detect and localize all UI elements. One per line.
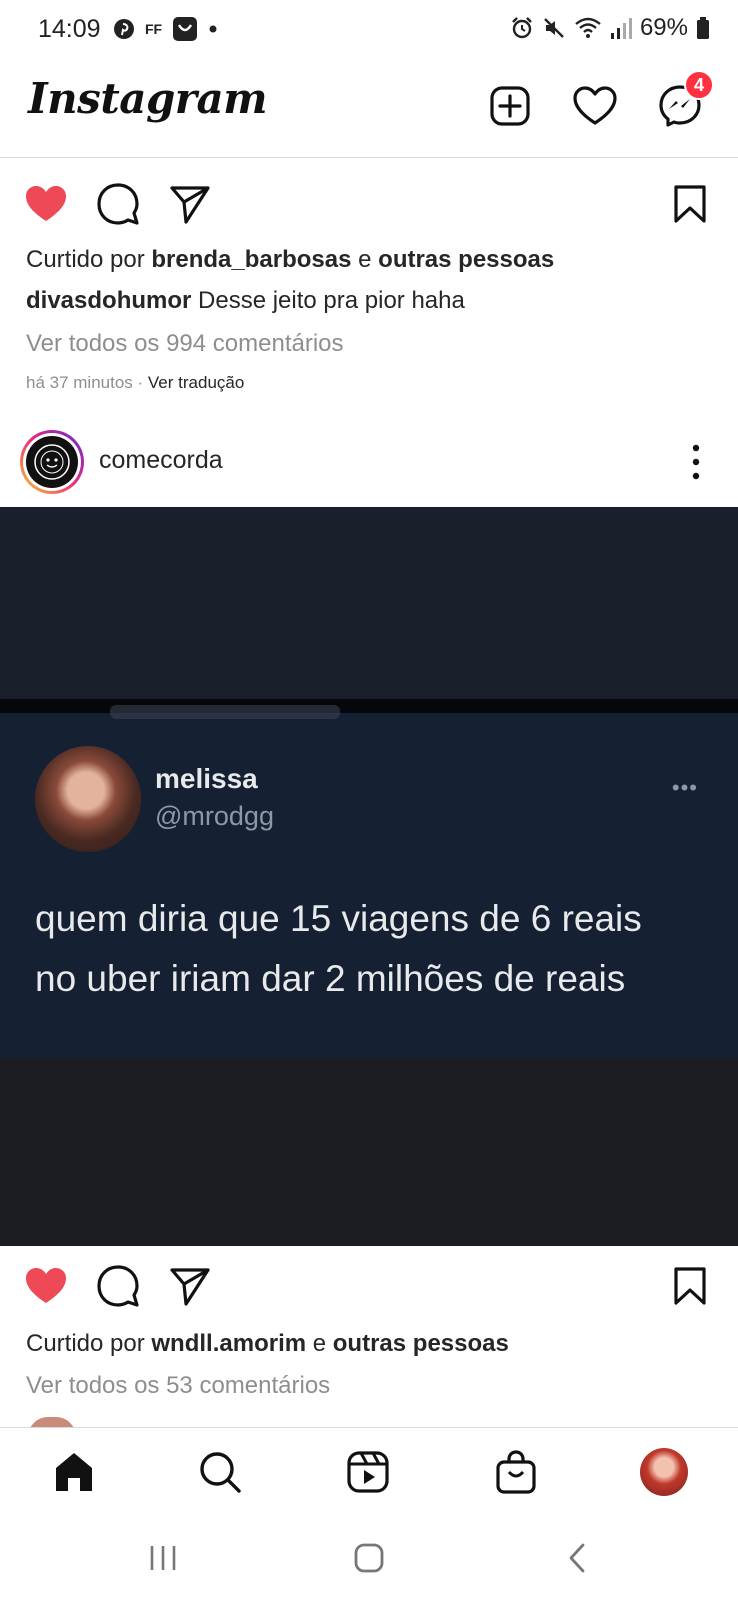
- signal-icon: [610, 18, 632, 39]
- heart-filled-icon: [26, 186, 66, 221]
- liked-others-link[interactable]: outras pessoas: [333, 1330, 509, 1357]
- app-header: Instagram 4: [0, 58, 738, 158]
- post1-caption: divasdohumor Desse jeito pra pior haha: [26, 287, 465, 314]
- battery-level: 69%: [639, 14, 688, 41]
- notification-icons: FF: [113, 16, 218, 42]
- nav-profile[interactable]: [636, 1444, 692, 1500]
- comment-button[interactable]: [96, 182, 140, 226]
- reels-icon: [347, 1451, 389, 1493]
- share-button[interactable]: [168, 1264, 212, 1308]
- new-post-icon: [490, 86, 530, 126]
- translate-link[interactable]: Ver tradução: [148, 373, 244, 392]
- comment-icon: [97, 183, 139, 225]
- recents-button[interactable]: [138, 1533, 188, 1583]
- like-button[interactable]: [24, 182, 68, 226]
- bookmark-icon: [674, 185, 706, 223]
- pinterest-icon: [114, 19, 134, 39]
- recents-icon: [150, 1546, 176, 1570]
- post1-likes: Curtido por brenda_barbosas e outras pes…: [26, 246, 555, 273]
- mute-icon: [544, 18, 564, 38]
- save-button[interactable]: [668, 1264, 712, 1308]
- search-icon: [200, 1452, 241, 1493]
- nav-reels[interactable]: [340, 1444, 396, 1500]
- nav-search[interactable]: [192, 1444, 248, 1500]
- bottom-nav: [0, 1427, 738, 1515]
- post2-image[interactable]: melissa @mrodgg ••• quem diria que 15 vi…: [0, 507, 738, 1246]
- dot-icon: [209, 25, 217, 33]
- tweet-avatar: [35, 746, 141, 852]
- post1-time: há 37 minutos: [26, 373, 133, 392]
- system-status-icons: 69%: [510, 14, 710, 42]
- post2-avatar[interactable]: [20, 430, 84, 494]
- home-button[interactable]: [344, 1533, 394, 1583]
- home-icon: [56, 1453, 92, 1491]
- liked-user-link[interactable]: brenda_barbosas: [151, 246, 351, 273]
- liked-others-link[interactable]: outras pessoas: [378, 246, 554, 273]
- post2-view-comments[interactable]: Ver todos os 53 comentários: [26, 1372, 330, 1400]
- back-button[interactable]: [552, 1533, 602, 1583]
- post2-username[interactable]: comecorda: [99, 446, 223, 475]
- post2-actions: [0, 1256, 738, 1316]
- instagram-logo[interactable]: Instagram: [28, 74, 268, 123]
- new-post-button[interactable]: [488, 84, 532, 128]
- comment-icon: [97, 1265, 139, 1307]
- shopee-icon: [173, 17, 198, 41]
- status-time: 14:09: [38, 15, 101, 43]
- wifi-icon: [575, 17, 601, 38]
- activity-button[interactable]: [573, 84, 617, 128]
- nav-shop[interactable]: [488, 1444, 544, 1500]
- tweet-handle: @mrodgg: [155, 801, 274, 831]
- post2-header: comecorda: [0, 422, 738, 502]
- battery-icon: [697, 17, 709, 39]
- messenger-button[interactable]: 4: [658, 70, 714, 128]
- post1-view-comments[interactable]: Ver todos os 994 comentários: [26, 330, 344, 358]
- heart-icon: [573, 86, 617, 125]
- more-vertical-icon: [692, 444, 700, 480]
- system-nav-bar: [0, 1515, 738, 1600]
- post-options-button[interactable]: [684, 440, 708, 484]
- status-bar: 14:09 FF 69%: [0, 0, 738, 58]
- caption-username[interactable]: divasdohumor: [26, 287, 191, 314]
- post1-meta: há 37 minutos · Ver tradução: [26, 373, 245, 392]
- tweet-name: melissa: [155, 763, 258, 794]
- like-button[interactable]: [24, 1264, 68, 1308]
- send-icon: [170, 1268, 210, 1306]
- tweet-screenshot: melissa @mrodgg ••• quem diria que 15 vi…: [0, 705, 738, 1058]
- home-outline-icon: [354, 1543, 384, 1573]
- chevron-left-icon: [569, 1543, 585, 1573]
- messages-badge: 4: [684, 70, 714, 100]
- tweet-text: quem diria que 15 viagens de 6 reais no …: [35, 898, 642, 999]
- share-button[interactable]: [168, 182, 212, 226]
- comecorda-logo-icon: [34, 444, 70, 480]
- send-icon: [170, 186, 210, 224]
- shop-icon: [496, 1450, 536, 1494]
- liked-user-link[interactable]: wndll.amorim: [151, 1330, 306, 1357]
- tweet-more-icon: •••: [671, 775, 698, 800]
- bookmark-icon: [674, 1267, 706, 1305]
- alarm-icon: [512, 17, 532, 39]
- free-fire-icon: FF: [145, 21, 163, 37]
- profile-avatar: [640, 1448, 688, 1496]
- comment-button[interactable]: [96, 1264, 140, 1308]
- heart-filled-icon: [26, 1268, 66, 1303]
- post1-actions: [0, 174, 738, 234]
- save-button[interactable]: [668, 182, 712, 226]
- post2-likes: Curtido por wndll.amorim e outras pessoa…: [26, 1330, 509, 1357]
- nav-home[interactable]: [46, 1444, 102, 1500]
